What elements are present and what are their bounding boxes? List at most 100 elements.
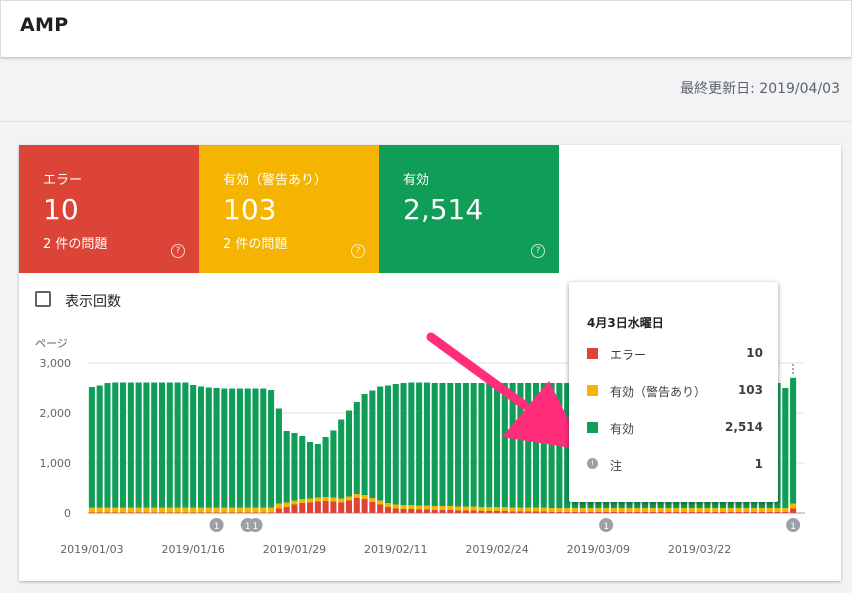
bar-segment [548, 512, 555, 513]
bar-segment [307, 442, 314, 499]
bar-segment [587, 512, 594, 513]
bar-segment [392, 384, 399, 505]
bar-segment [158, 382, 166, 508]
bar-segment [470, 383, 477, 507]
bar-segment [532, 511, 540, 513]
bar-segment [423, 382, 430, 506]
bar-segment [525, 511, 532, 513]
bar-segment [751, 512, 758, 513]
bar-segment [268, 512, 275, 514]
bar-segment [634, 508, 641, 512]
bar-segment [127, 512, 134, 514]
bar-segment [493, 383, 501, 507]
bar-segment [158, 512, 166, 514]
bar-segment [353, 498, 360, 513]
bar-segment [704, 508, 711, 512]
bar-segment [221, 388, 228, 508]
valid-swatch [587, 422, 598, 433]
bar-segment [517, 507, 524, 512]
x-tick-label: 2019/02/11 [364, 543, 427, 556]
bar-segment [408, 382, 415, 505]
bar-segment [392, 508, 399, 513]
annotation-icon: i [587, 458, 598, 469]
bar-segment [244, 388, 251, 508]
bar-segment [283, 431, 290, 503]
tooltip-date: 4月3日水曜日 [587, 316, 664, 330]
bar-segment [213, 388, 220, 508]
bar-segment [493, 507, 501, 511]
bar-segment [174, 507, 181, 513]
bar-segment [151, 382, 158, 508]
bar-segment [174, 382, 181, 508]
bar-segment [743, 508, 750, 512]
bar-segment [688, 508, 695, 512]
bar-segment [236, 388, 243, 508]
bar-segment [369, 502, 376, 513]
bar-segment [229, 507, 236, 513]
bar-segment [478, 507, 485, 511]
bar-segment [540, 511, 547, 513]
bar-segment [782, 388, 789, 508]
bar-segment [330, 497, 337, 502]
hover-indicator-dot [792, 368, 795, 370]
bar-segment [439, 383, 446, 506]
bar-segment [268, 390, 275, 508]
bar-segment [275, 408, 282, 504]
tooltip-row-value: 10 [746, 346, 763, 360]
bar-segment [213, 512, 220, 514]
bar-segment [88, 507, 95, 513]
bar-segment [548, 508, 555, 512]
bar-segment [618, 512, 625, 513]
bar-segment [221, 512, 228, 514]
bar-segment [151, 512, 158, 514]
bar-segment [307, 502, 314, 513]
bar-segment [579, 512, 586, 513]
bar-segment [673, 512, 680, 513]
bar-segment [587, 508, 594, 512]
tooltip-row-error: エラー 10 [587, 346, 763, 362]
bar-segment [307, 498, 314, 503]
bar-segment [322, 501, 329, 513]
bar-segment [252, 512, 259, 514]
bar-segment [213, 507, 220, 513]
bar-segment [112, 507, 119, 513]
bar-segment [143, 512, 150, 514]
tooltip-row-valid: 有効 2,514 [587, 420, 763, 436]
bar-segment [205, 512, 212, 514]
bar-segment [408, 505, 415, 509]
chart-tooltip: 4月3日水曜日 エラー 10 有効（警告あり） 103 有効 2,514 i 注… [569, 282, 778, 502]
bar-segment [657, 512, 664, 513]
bar-segment [330, 501, 337, 513]
bar-segment [166, 507, 173, 513]
bar-segment [455, 506, 462, 511]
bar-segment [190, 385, 197, 508]
bar-segment [462, 506, 469, 511]
bar-segment [571, 508, 578, 512]
bar-segment [299, 436, 306, 499]
bar-segment [509, 511, 516, 513]
bar-segment [509, 507, 516, 512]
bar-segment [610, 508, 617, 512]
bar-segment [532, 507, 540, 512]
bar-segment [790, 508, 797, 513]
bar-segment [782, 508, 789, 512]
bar-segment [166, 512, 173, 514]
bar-segment [462, 510, 469, 513]
bar-segment [377, 500, 384, 505]
bar-segment [143, 382, 150, 508]
tooltip-row-value: 2,514 [725, 420, 763, 434]
bar-segment [657, 508, 664, 512]
bar-segment [525, 507, 532, 512]
bar-segment [377, 504, 384, 513]
bar-segment [252, 507, 259, 513]
bar-segment [283, 507, 290, 513]
bar-segment [447, 510, 454, 513]
bar-segment [665, 508, 672, 512]
bar-segment [462, 383, 469, 507]
warning-swatch [587, 385, 598, 396]
bar-segment [104, 512, 111, 514]
y-tick-label: 3,000 [40, 357, 72, 370]
bar-segment [338, 419, 345, 499]
bar-segment [735, 512, 742, 513]
bar-segment [377, 386, 384, 501]
